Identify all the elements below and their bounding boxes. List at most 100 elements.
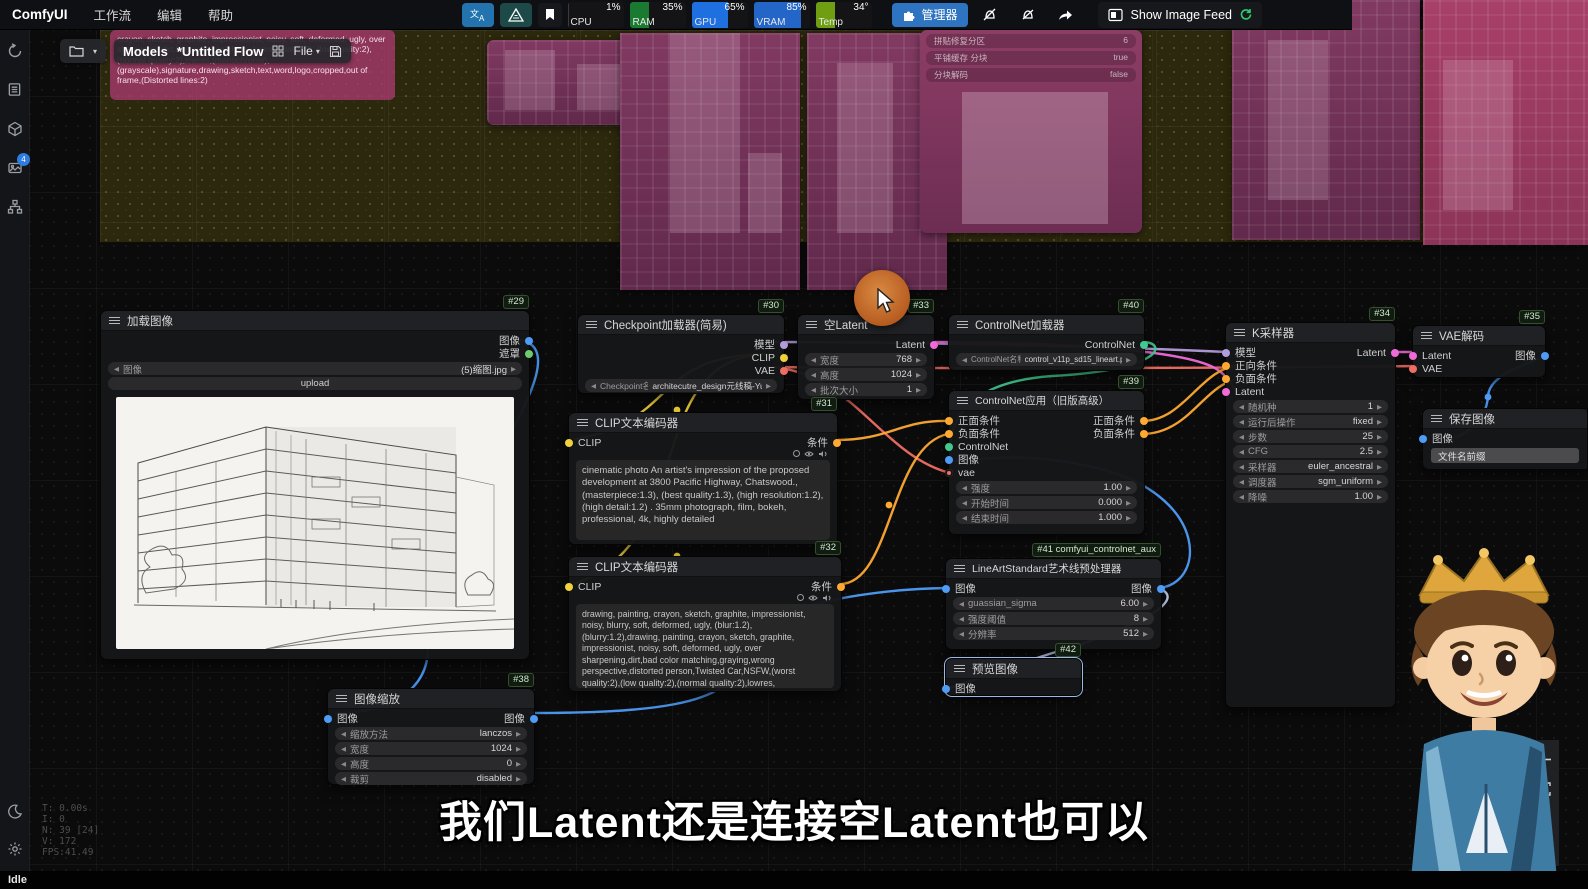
input-socket-image[interactable] (942, 585, 950, 593)
widget-start-percent[interactable]: 开始时间0.000 (956, 496, 1137, 509)
widget-gaussian-sigma[interactable]: guassian_sigma6.00 (953, 597, 1154, 610)
output-socket-clip[interactable] (780, 354, 788, 362)
feed-image-card[interactable] (1232, 0, 1420, 240)
collapse-icon[interactable] (954, 565, 965, 572)
upload-button[interactable]: upload (108, 377, 522, 390)
manager-button[interactable]: 管理器 (892, 3, 968, 27)
output-socket-controlnet[interactable] (1140, 341, 1148, 349)
collapse-icon[interactable] (806, 321, 817, 328)
collapse-icon[interactable] (577, 419, 588, 426)
widget-resolution[interactable]: 分辨率512 (953, 627, 1154, 640)
feed-image-card[interactable] (620, 33, 800, 290)
share-button[interactable] (1050, 3, 1082, 27)
feed-image-card[interactable] (1423, 0, 1588, 245)
node-load-image[interactable]: #29 加载图像 图像 遮罩 图像(5)缩图.jpg upload (100, 310, 530, 660)
input-socket-clip[interactable] (565, 583, 573, 591)
logo-triangle-button[interactable] (500, 3, 532, 27)
output-socket-image[interactable] (1541, 352, 1549, 360)
collapse-icon[interactable] (954, 665, 965, 672)
node-header[interactable]: K采样器 (1226, 323, 1395, 343)
models-menu[interactable]: Models (123, 44, 168, 59)
input-socket-positive[interactable] (945, 417, 953, 425)
widget-upscale-method[interactable]: 缩放方法lanczos (335, 727, 527, 740)
input-socket-image[interactable] (942, 685, 950, 693)
settings-button[interactable] (6, 840, 23, 857)
node-controlnet-apply[interactable]: #39 ControlNet应用（旧版高级） 正面条件正面条件 负面条件负面条件… (948, 390, 1145, 535)
bell-mute-button-2[interactable] (1012, 3, 1044, 27)
show-image-feed-button[interactable]: Show Image Feed (1098, 2, 1262, 28)
eye-icon[interactable] (808, 594, 818, 602)
widget-ckpt-name[interactable]: Checkpoint名称architecutre_design元线稿-Yuan_… (585, 379, 777, 392)
input-socket-clip[interactable] (565, 439, 573, 447)
widget-end-percent[interactable]: 结束时间1.000 (956, 511, 1137, 524)
file-menu[interactable]: File▾ (293, 44, 319, 58)
positive-prompt-textarea[interactable]: cinematic photo An artist's impression o… (576, 460, 830, 540)
node-clip-text-encode-negative[interactable]: #32 CLIP文本编码器 CLIP条件 drawing, painting, … (568, 556, 842, 692)
speaker-icon[interactable] (822, 594, 832, 602)
widget-intensity-threshold[interactable]: 强度阈值8 (953, 612, 1154, 625)
bookmark-button[interactable] (538, 3, 562, 27)
menu-edit[interactable]: 编辑 (157, 5, 182, 24)
menu-help[interactable]: 帮助 (208, 5, 233, 24)
node-header[interactable]: ControlNet加载器 (949, 315, 1144, 335)
history-button[interactable] (6, 42, 23, 59)
node-clip-text-encode-positive[interactable]: #31 CLIP文本编码器 CLIP条件 cinematic photo An … (568, 412, 838, 545)
node-header[interactable]: Checkpoint加载器(简易) (578, 315, 784, 335)
input-socket-latent[interactable] (1409, 352, 1417, 360)
menu-workflow[interactable]: 工作流 (94, 5, 132, 24)
speaker-icon[interactable] (818, 450, 828, 458)
node-checkpoint-loader[interactable]: #30 Checkpoint加载器(简易) 模型 CLIP VAE Checkp… (577, 314, 785, 394)
node-header[interactable]: 保存图像 (1423, 409, 1587, 429)
collapse-icon[interactable] (586, 321, 597, 328)
widget-denoise[interactable]: 降噪1.00 (1233, 490, 1388, 503)
output-socket-conditioning[interactable] (833, 439, 841, 447)
input-socket-negative[interactable] (1222, 375, 1230, 383)
input-socket-negative[interactable] (945, 430, 953, 438)
widget-steps[interactable]: 步数25 (1233, 430, 1388, 443)
input-socket-model[interactable] (1222, 349, 1230, 357)
node-header[interactable]: ControlNet应用（旧版高级） (949, 391, 1144, 411)
input-socket-vae[interactable] (1409, 365, 1417, 373)
widget-batch-size[interactable]: 批次大小1 (805, 383, 927, 396)
image-gallery-button[interactable]: 4 (6, 159, 23, 176)
translate-button[interactable]: 文A (462, 3, 494, 27)
collapse-icon[interactable] (1421, 332, 1432, 339)
widget-filename-prefix[interactable]: 文件名前缀 (1431, 448, 1579, 463)
output-socket-negative[interactable] (1140, 430, 1148, 438)
node-empty-latent[interactable]: #33 空Latent Latent 宽度768 高度1024 批次大小1 (797, 314, 935, 400)
collapse-icon[interactable] (1431, 415, 1442, 422)
bell-mute-button-1[interactable] (974, 3, 1006, 27)
output-socket-conditioning[interactable] (837, 583, 845, 591)
node-header[interactable]: 预览图像 (946, 659, 1081, 679)
collapse-icon[interactable] (1234, 329, 1245, 336)
widget-sampler-name[interactable]: 采样器euler_ancestral (1233, 460, 1388, 473)
feed-node-widget[interactable]: 分块解码false (926, 68, 1136, 82)
node-header[interactable]: CLIP文本编码器 (569, 413, 837, 433)
output-socket-model[interactable] (780, 341, 788, 349)
widget-control-after-generate[interactable]: 运行后操作fixed (1233, 415, 1388, 428)
widget-height[interactable]: 高度0 (335, 757, 527, 770)
queue-panel-button[interactable] (6, 81, 23, 98)
input-socket-image[interactable] (945, 456, 953, 464)
input-socket-positive[interactable] (1222, 362, 1230, 370)
widget-width[interactable]: 宽度768 (805, 353, 927, 366)
input-socket-controlnet[interactable] (945, 443, 953, 451)
widget-strength[interactable]: 强度1.00 (956, 481, 1137, 494)
output-socket-latent[interactable] (1391, 349, 1399, 357)
input-socket-image[interactable] (324, 715, 332, 723)
input-socket-latent[interactable] (1222, 388, 1230, 396)
node-header[interactable]: CLIP文本编码器 (569, 557, 841, 577)
node-image-scale[interactable]: #38 图像缩放 图像图像 缩放方法lanczos 宽度1024 高度0 裁剪d… (327, 688, 535, 785)
collapse-icon[interactable] (577, 563, 588, 570)
node-header[interactable]: LineArtStandard艺术线预处理器 (946, 559, 1161, 579)
feed-node-card[interactable]: 拼贴修复分区6 平铺缓存 分块true 分块解码false (920, 30, 1142, 233)
workflow-title[interactable]: *Untitled Flow (177, 44, 264, 59)
output-socket-positive[interactable] (1140, 417, 1148, 425)
node-header[interactable]: 加载图像 (101, 311, 529, 331)
workflow-folder-menu[interactable]: ▾ (60, 39, 106, 63)
output-socket-vae[interactable] (780, 367, 788, 375)
eye-icon[interactable] (804, 450, 814, 458)
node-header[interactable]: VAE解码 (1413, 326, 1545, 346)
collapse-icon[interactable] (109, 317, 120, 324)
collapse-icon[interactable] (957, 321, 968, 328)
